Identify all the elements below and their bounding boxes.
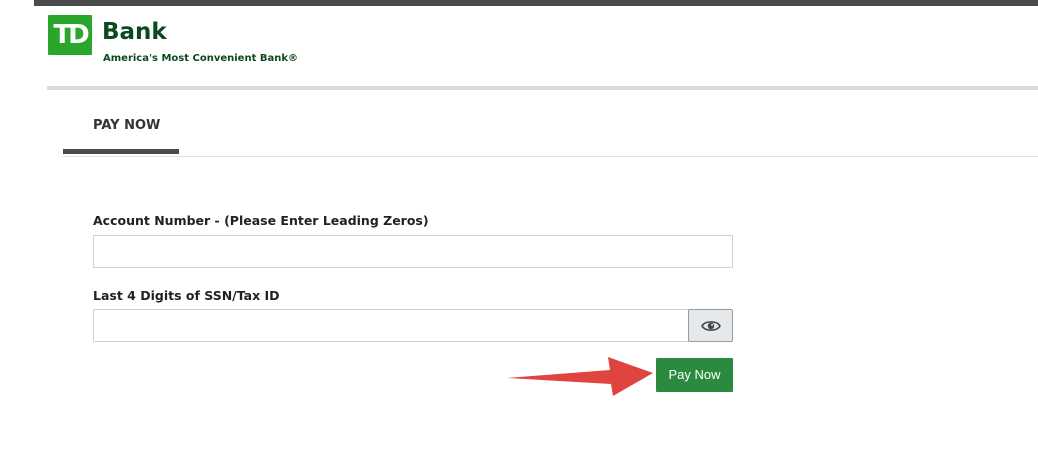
bank-tagline: America's Most Convenient Bank®: [103, 53, 298, 64]
ssn-input[interactable]: [93, 309, 689, 342]
tab-label: PAY NOW: [93, 118, 161, 133]
td-logo[interactable]: TD: [48, 15, 92, 55]
red-arrow-annotation: [507, 357, 653, 396]
account-number-label: Account Number - (Please Enter Leading Z…: [93, 213, 429, 228]
eye-icon: [700, 320, 721, 331]
active-tab-indicator: [63, 149, 179, 154]
tabs-divider: [63, 156, 1038, 157]
show-ssn-button[interactable]: [688, 309, 733, 342]
account-number-input[interactable]: [93, 235, 733, 268]
header-divider: [47, 86, 1038, 90]
top-bar: [34, 0, 1038, 6]
pay-now-button[interactable]: Pay Now: [656, 358, 733, 392]
tab-pay-now[interactable]: PAY NOW: [63, 110, 179, 156]
ssn-label: Last 4 Digits of SSN/Tax ID: [93, 288, 280, 303]
bank-name: Bank: [102, 19, 167, 45]
logo-text: TD: [53, 20, 89, 50]
